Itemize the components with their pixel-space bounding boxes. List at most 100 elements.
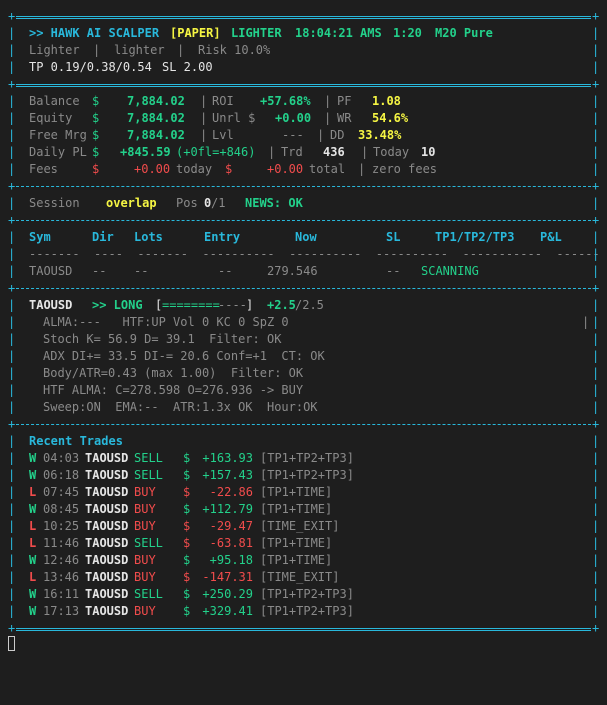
trade-symbol: TAOUSD	[85, 468, 129, 482]
border-left: |	[8, 451, 16, 465]
trade-direction: BUY	[134, 485, 156, 499]
fees-note: zero fees	[372, 162, 438, 176]
strength-bar-fill: ========	[162, 298, 220, 312]
border-right: |	[592, 502, 600, 516]
trade-result: W	[29, 553, 37, 567]
trade-row: | L 11:46 TAOUSD SELL $ -63.81 [TP1+TIME] |	[0, 535, 607, 552]
border-right: |	[592, 196, 600, 210]
trade-pnl: -63.81	[209, 536, 253, 550]
trades-count: 436	[323, 145, 345, 159]
trade-direction: SELL	[134, 468, 163, 482]
recent-trades-header: | Recent Trades |	[0, 433, 607, 450]
border-right: |	[592, 111, 600, 125]
trade-time: 06:18	[43, 468, 80, 482]
unrealized-label: Unrl $	[212, 111, 256, 125]
cell-sl: --	[386, 264, 401, 278]
corner-mark: +	[592, 281, 600, 295]
border-right: |	[592, 94, 600, 108]
border-right: |	[592, 26, 600, 40]
border-right: |	[592, 366, 600, 380]
border-left: |	[8, 553, 16, 567]
header-title-line: | >> HAWK AI SCALPER [PAPER] LIGHTER 18:…	[0, 25, 607, 42]
cell-dir: --	[92, 264, 107, 278]
trade-symbol: TAOUSD	[85, 553, 129, 567]
corner-mark: +	[8, 179, 16, 193]
leverage: 1:20	[393, 26, 422, 40]
news-status: NEWS: OK	[245, 196, 303, 210]
cell-now: 279.546	[267, 264, 318, 278]
border-left: |	[8, 26, 16, 40]
separator: |	[200, 128, 208, 142]
trade-row: | L 10:25 TAOUSD BUY $ -29.47 [TIME_EXIT] |	[0, 518, 607, 535]
section-rule: + +	[0, 280, 607, 297]
border-right: |	[592, 587, 600, 601]
separator: |	[200, 111, 208, 125]
border-right: |	[592, 400, 600, 414]
col-header-entry: Entry	[204, 230, 241, 244]
border-left: |	[8, 519, 16, 533]
signal-detail-line: | Stoch K= 56.9 D= 39.1 Filter: OK |	[0, 331, 607, 348]
currency-symbol: $	[92, 94, 100, 108]
double-rule	[16, 84, 591, 87]
trade-time: 10:25	[43, 519, 80, 533]
currency-symbol: $	[225, 162, 233, 176]
col-header-now: Now	[295, 230, 317, 244]
trade-pnl: -29.47	[209, 519, 253, 533]
trade-result: L	[29, 519, 37, 533]
trade-symbol: TAOUSD	[85, 502, 129, 516]
border-left: |	[8, 230, 16, 244]
border-left: |	[8, 383, 16, 397]
trade-currency: $	[183, 485, 191, 499]
trade-result: L	[29, 536, 37, 550]
corner-mark: +	[8, 621, 16, 635]
border-left: |	[8, 247, 16, 261]
border-right: |	[592, 247, 600, 261]
border-left: |	[8, 162, 16, 176]
signal-detail-line: | Body/ATR=0.43 (max 1.00) Filter: OK |	[0, 365, 607, 382]
border-left: |	[8, 298, 16, 312]
corner-mark: +	[592, 77, 600, 91]
trade-currency: $	[183, 502, 191, 516]
terminal-cursor[interactable]	[8, 636, 15, 651]
header-tpsl-line: | TP 0.19/0.38/0.54 SL 2.00 |	[0, 59, 607, 76]
free-margin-value: 7,884.02	[127, 128, 185, 142]
border-left: |	[8, 94, 16, 108]
trade-pnl: +329.41	[202, 604, 253, 618]
pf-value: 1.08	[372, 94, 401, 108]
trade-symbol: TAOUSD	[85, 485, 129, 499]
daily-pl-floating: (+0fl=+846)	[176, 145, 256, 159]
trade-exit-reason: [TP1+TIME]	[260, 502, 333, 516]
section-rule: + +	[0, 76, 607, 93]
trade-result: W	[29, 451, 37, 465]
trade-result: W	[29, 587, 37, 601]
border-right: |	[592, 468, 600, 482]
strength-bar-empty: ----	[218, 298, 247, 312]
trade-time: 04:03	[43, 451, 80, 465]
currency-symbol: $	[92, 162, 100, 176]
trade-currency: $	[183, 604, 191, 618]
trade-pnl: -147.31	[202, 570, 253, 584]
session-label: Session	[29, 196, 80, 210]
fees-label: Fees	[29, 162, 58, 176]
trade-currency: $	[183, 519, 191, 533]
signal-detail-line: | Sweep:ON EMA:-- ATR:1.3x OK Hour:OK |	[0, 399, 607, 416]
cell-status: SCANNING	[421, 264, 479, 278]
positions-separator: | ------- ---- ------- ---------- ------…	[0, 246, 607, 263]
currency-symbol: $	[92, 145, 100, 159]
trade-exit-reason: [TP1+TP2+TP3]	[260, 604, 354, 618]
trade-currency: $	[183, 468, 191, 482]
trade-currency: $	[183, 570, 191, 584]
fees-total-label: total	[309, 162, 346, 176]
signal-score: +2.5	[267, 298, 296, 312]
border-left: |	[8, 128, 16, 142]
sl-setting: SL 2.00	[162, 60, 213, 74]
separator: |	[268, 145, 276, 159]
level-value: ---	[282, 128, 304, 142]
trade-time: 12:46	[43, 553, 80, 567]
trade-direction: BUY	[134, 519, 156, 533]
col-header-dir: Dir	[92, 230, 114, 244]
trade-row: | L 07:45 TAOUSD BUY $ -22.86 [TP1+TIME] |	[0, 484, 607, 501]
free-margin-label: Free Mrg	[29, 128, 87, 142]
border-right: |	[592, 451, 600, 465]
signal-direction: >> LONG	[92, 298, 143, 312]
